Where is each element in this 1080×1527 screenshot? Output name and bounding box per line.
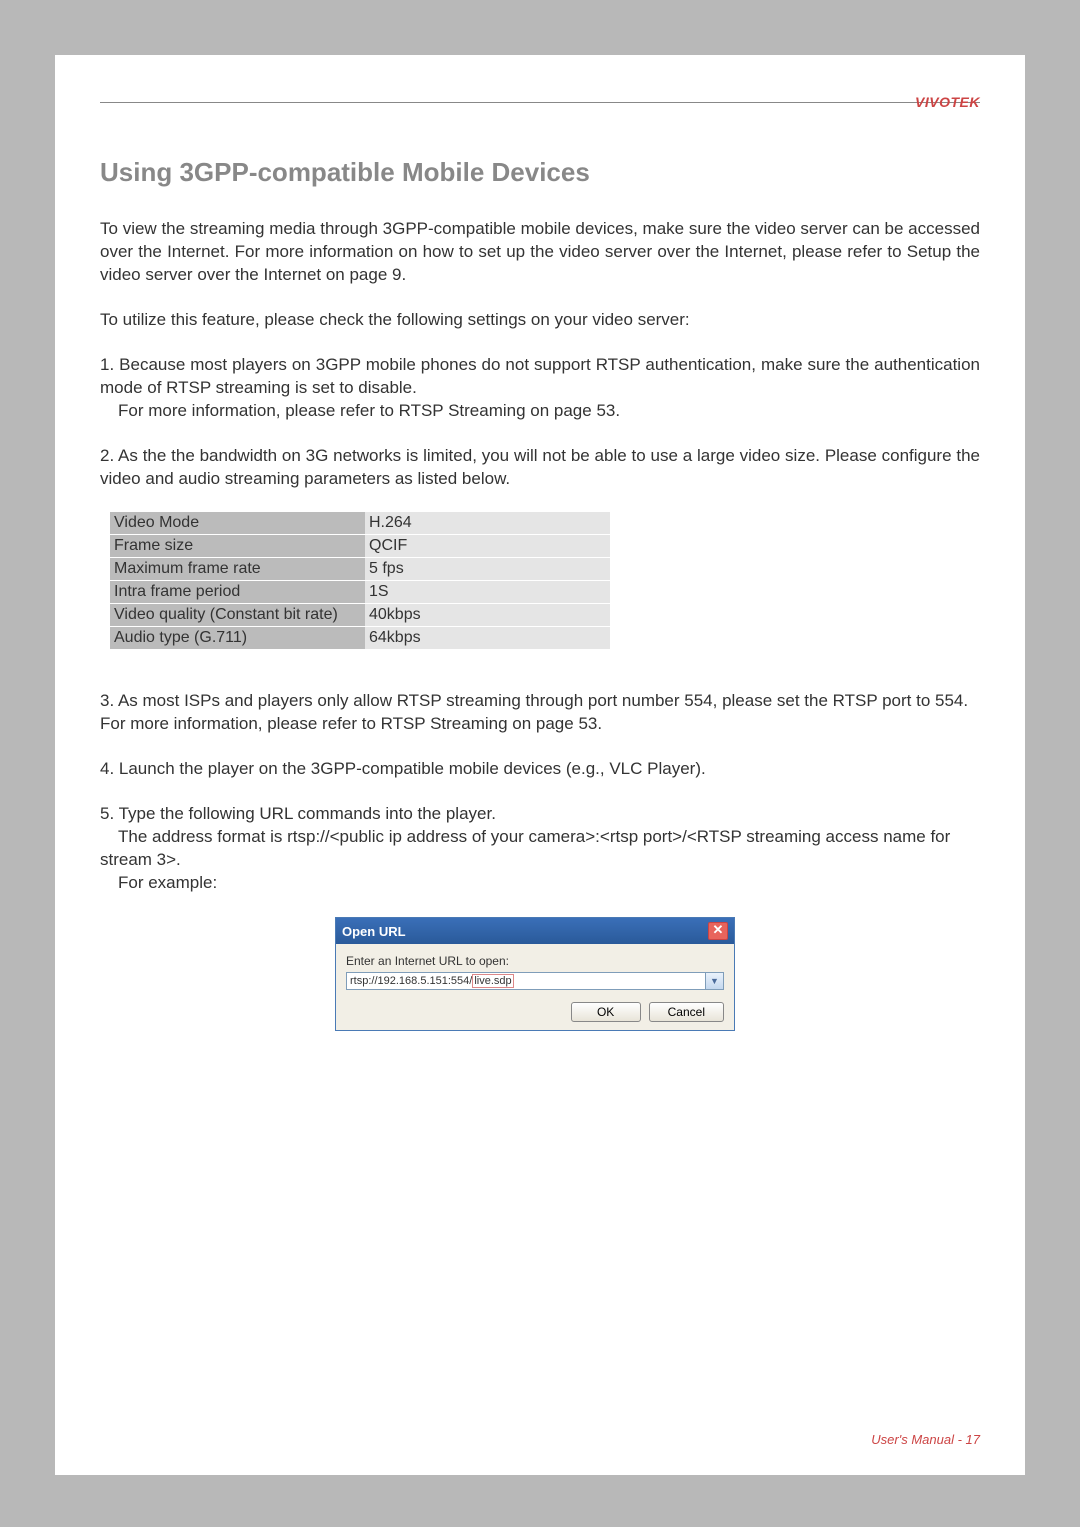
url-prefix: rtsp://192.168.5.151:554/ (350, 975, 472, 987)
cancel-button[interactable]: Cancel (649, 1002, 724, 1022)
table-value: 40kbps (365, 604, 610, 627)
dialog-label: Enter an Internet URL to open: (346, 954, 724, 968)
header-divider (100, 102, 980, 103)
url-input[interactable]: rtsp://192.168.5.151:554/live.sdp (346, 972, 706, 990)
open-url-dialog: Open URL ✕ Enter an Internet URL to open… (335, 917, 735, 1031)
dialog-example: Open URL ✕ Enter an Internet URL to open… (335, 917, 980, 1031)
table-row: Video quality (Constant bit rate) 40kbps (110, 604, 610, 627)
dialog-titlebar: Open URL ✕ (336, 918, 734, 944)
intro-paragraph-2: To utilize this feature, please check th… (100, 309, 980, 332)
table-value: H.264 (365, 512, 610, 535)
dialog-title: Open URL (342, 924, 406, 939)
table-row: Maximum frame rate 5 fps (110, 558, 610, 581)
table-row: Frame size QCIF (110, 535, 610, 558)
settings-table: Video Mode H.264 Frame size QCIF Maximum… (110, 512, 610, 650)
list-item-1-text: 1. Because most players on 3GPP mobile p… (100, 355, 980, 397)
table-label: Video quality (Constant bit rate) (110, 604, 365, 627)
table-label: Video Mode (110, 512, 365, 535)
url-highlight: live.sdp (472, 974, 513, 988)
list-item-3: 3. As most ISPs and players only allow R… (100, 690, 980, 736)
list-item-5-line2: The address format is rtsp://<public ip … (100, 827, 950, 869)
table-row: Video Mode H.264 (110, 512, 610, 535)
footer-page-number: User's Manual - 17 (871, 1432, 980, 1447)
table-value: 1S (365, 581, 610, 604)
table-row: Audio type (G.711) 64kbps (110, 627, 610, 650)
table-label: Frame size (110, 535, 365, 558)
dropdown-arrow-icon[interactable]: ▼ (706, 972, 724, 990)
dialog-body: Enter an Internet URL to open: rtsp://19… (336, 944, 734, 1030)
ok-button[interactable]: OK (571, 1002, 641, 1022)
url-input-row: rtsp://192.168.5.151:554/live.sdp ▼ (346, 972, 724, 990)
list-item-5: 5. Type the following URL commands into … (100, 803, 980, 895)
page-title: Using 3GPP-compatible Mobile Devices (100, 157, 980, 188)
table-value: 64kbps (365, 627, 610, 650)
intro-paragraph-1: To view the streaming media through 3GPP… (100, 218, 980, 287)
table-row: Intra frame period 1S (110, 581, 610, 604)
list-item-5-line1: 5. Type the following URL commands into … (100, 804, 496, 823)
brand-label: VIVOTEK (915, 94, 980, 110)
list-item-5-line3: For example: (100, 873, 217, 892)
table-label: Audio type (G.711) (110, 627, 365, 650)
table-value: 5 fps (365, 558, 610, 581)
list-item-1-note: For more information, please refer to RT… (100, 401, 620, 420)
list-item-1: 1. Because most players on 3GPP mobile p… (100, 354, 980, 423)
list-item-2-text: 2. As the the bandwidth on 3G networks i… (100, 446, 980, 488)
table-label: Intra frame period (110, 581, 365, 604)
table-label: Maximum frame rate (110, 558, 365, 581)
dialog-buttons: OK Cancel (346, 1002, 724, 1022)
list-item-2: 2. As the the bandwidth on 3G networks i… (100, 445, 980, 491)
header: VIVOTEK (100, 102, 980, 132)
list-item-4: 4. Launch the player on the 3GPP-compati… (100, 758, 980, 781)
page: VIVOTEK Using 3GPP-compatible Mobile Dev… (55, 55, 1025, 1475)
close-icon[interactable]: ✕ (708, 922, 728, 940)
table-value: QCIF (365, 535, 610, 558)
